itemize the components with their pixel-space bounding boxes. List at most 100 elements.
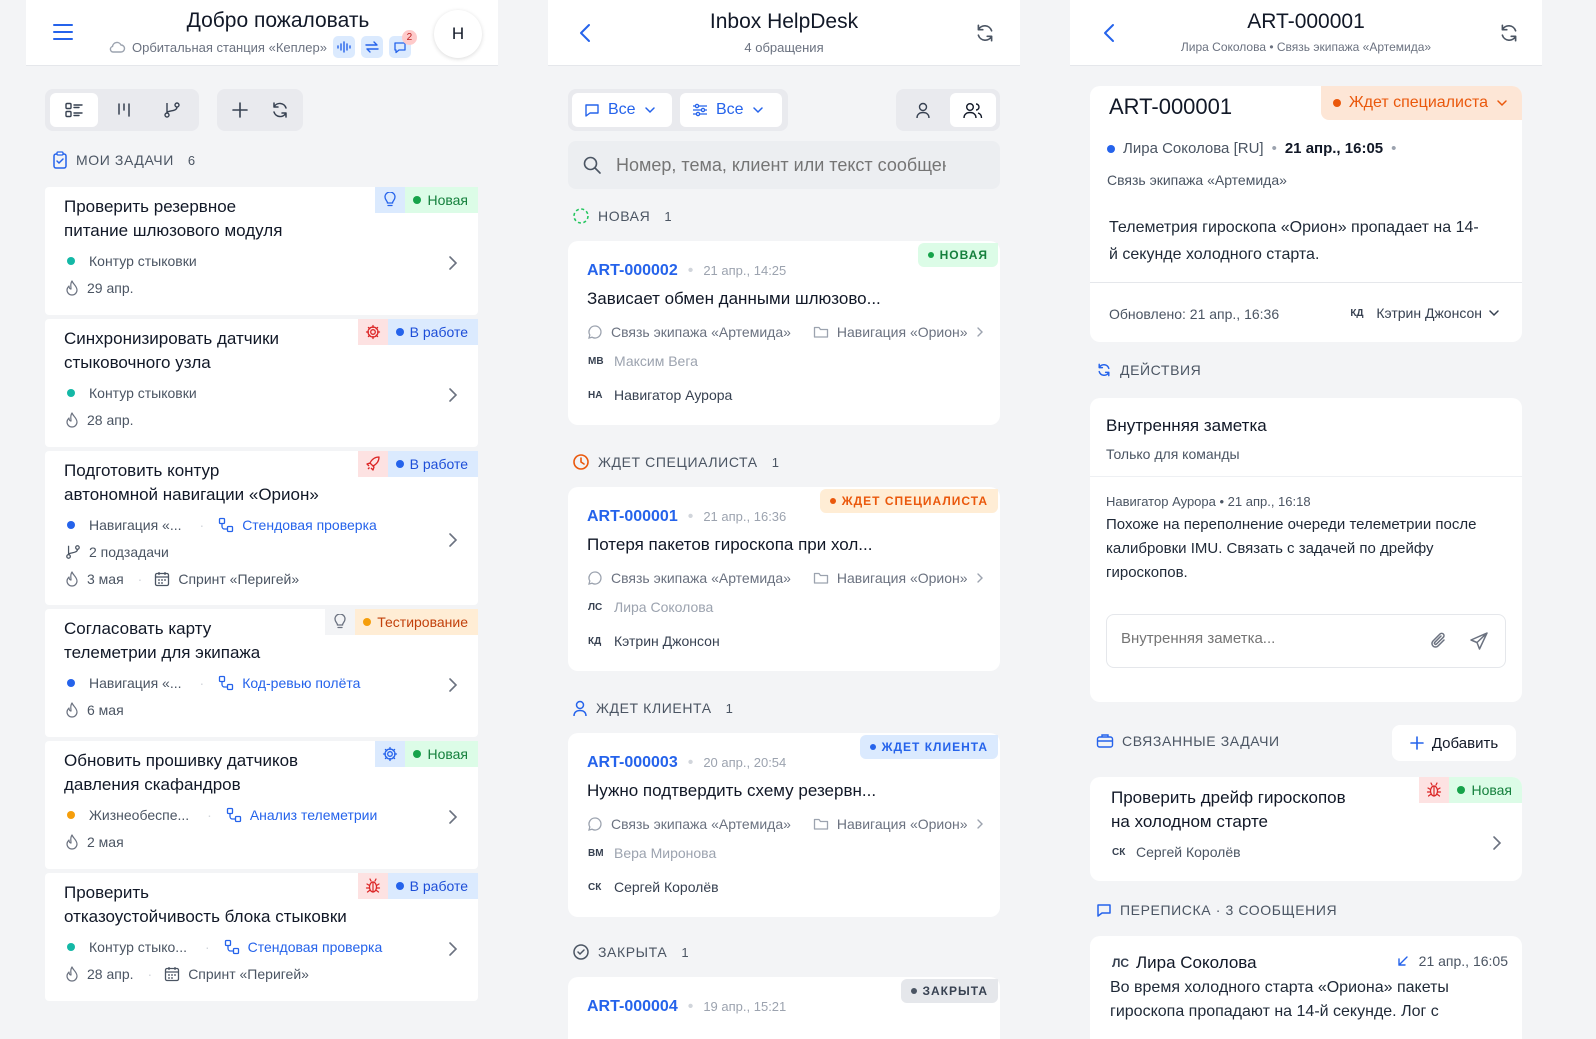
client-initials: ВМ bbox=[588, 847, 604, 859]
refresh-icon bbox=[273, 102, 287, 118]
ticket-card[interactable]: Закрыта ART-000004 • 19 апр., 15:21 bbox=[568, 977, 1000, 1039]
task-title: Проверить резервное питание шлюзового мо… bbox=[64, 195, 282, 243]
task-date: 6 мая bbox=[87, 702, 124, 718]
task-title: Согласовать карту телеметрии для экипажа bbox=[64, 617, 260, 665]
chevron-right-icon[interactable] bbox=[448, 809, 458, 825]
ticket-id[interactable]: ART-000004 bbox=[587, 998, 678, 1016]
ticket-subject: Зависает обмен данными шлюзово... bbox=[587, 289, 881, 308]
linked-task-status-badge: Новая bbox=[1419, 777, 1522, 803]
task-date-row: 28 апр. · Спринт «Перигей» bbox=[65, 966, 309, 982]
search-box[interactable] bbox=[568, 141, 1000, 189]
task-card[interactable]: В работе Проверить отказоустойчивость бл… bbox=[45, 873, 478, 1001]
chevron-right-icon[interactable] bbox=[448, 941, 458, 957]
ticket-subject: Нужно подтвердить схему резервн... bbox=[587, 781, 877, 800]
chat-icon bbox=[1097, 903, 1111, 917]
avatar[interactable]: Н bbox=[434, 10, 482, 58]
my-tasks-panel: Добро пожаловать Орбитальная станция «Ке… bbox=[26, 0, 498, 1039]
inbox-header: Inbox HelpDesk 4 обращения bbox=[548, 0, 1020, 66]
ticket-channel: Связь экипажа «Артемида» bbox=[611, 570, 791, 586]
chevron-right-icon[interactable] bbox=[448, 255, 458, 271]
task-link[interactable]: Стендовая проверка bbox=[242, 517, 377, 533]
task-title: Проверить отказоустойчивость блока стыко… bbox=[64, 881, 347, 929]
ticket-group-label: Новая bbox=[598, 208, 651, 224]
message-time: 21 апр., 16:05 bbox=[1418, 953, 1508, 969]
sync-icon[interactable] bbox=[360, 36, 383, 58]
linked-task-title-line1: Проверить дрейф гироскопов bbox=[1111, 788, 1346, 807]
ticket-id[interactable]: ART-000001 bbox=[587, 508, 678, 526]
folder-icon bbox=[813, 818, 829, 830]
refresh-tasks-button[interactable] bbox=[261, 93, 299, 127]
task-card[interactable]: Новая Проверить резервное питание шлюзов… bbox=[45, 187, 478, 315]
ticket-id[interactable]: ART-000002 bbox=[587, 262, 678, 280]
note-input[interactable] bbox=[1121, 630, 1411, 647]
all-tickets-button[interactable] bbox=[950, 93, 996, 127]
chevron-right-icon[interactable] bbox=[448, 387, 458, 403]
rocket-icon bbox=[357, 451, 388, 477]
search-input[interactable] bbox=[616, 154, 946, 176]
task-sprint: Спринт «Перигей» bbox=[188, 966, 309, 982]
add-task-button[interactable] bbox=[221, 93, 259, 127]
ticket-channel: Связь экипажа «Артемида» bbox=[611, 816, 791, 832]
inbox-title: Inbox HelpDesk bbox=[709, 10, 859, 33]
ticket-status-pill: Ждет специалиста bbox=[819, 489, 998, 513]
task-card[interactable]: В работе Подготовить контур автономной н… bbox=[45, 451, 478, 605]
detail-header: ART-000001 Лира Соколова • Связь экипажа… bbox=[1070, 0, 1542, 66]
task-status: В работе bbox=[409, 324, 468, 340]
task-card[interactable]: Новая Обновить прошивку датчиков давлени… bbox=[45, 741, 478, 869]
ticket-id[interactable]: ART-000003 bbox=[587, 754, 678, 772]
linked-initials: СК bbox=[1112, 846, 1126, 858]
ticket-group-header[interactable]: Ждет специалиста 1 bbox=[572, 453, 779, 471]
my-tickets-button[interactable] bbox=[900, 93, 946, 127]
my-tasks-section-title: Мои задачи 6 bbox=[52, 151, 195, 169]
note-input-box bbox=[1106, 614, 1506, 668]
ticket-group-count: 1 bbox=[725, 700, 733, 716]
briefcase-icon bbox=[1096, 734, 1114, 748]
chat-notif-icon[interactable]: 2 bbox=[388, 30, 417, 58]
task-link[interactable]: Анализ телеметрии bbox=[250, 807, 377, 823]
task-link[interactable]: Стендовая проверка bbox=[248, 939, 383, 955]
message-initials: ЛС bbox=[1112, 956, 1130, 970]
ticket-card[interactable]: Ждет специалиста ART-000001 • 21 апр., 1… bbox=[568, 487, 1000, 671]
refresh-inbox-icon[interactable] bbox=[974, 22, 996, 44]
action-buttons bbox=[217, 89, 303, 131]
voice-icon[interactable] bbox=[332, 36, 355, 58]
divider bbox=[1090, 282, 1522, 283]
attach-icon[interactable] bbox=[1429, 631, 1449, 651]
task-status: Тестирование bbox=[377, 614, 468, 630]
incoming-arrow-icon bbox=[1397, 956, 1408, 966]
send-icon[interactable] bbox=[1469, 631, 1489, 651]
ticket-group-header[interactable]: Закрыта 1 bbox=[572, 943, 689, 961]
task-area: Контур стыковки bbox=[89, 253, 197, 269]
task-date-row: 29 апр. bbox=[65, 280, 134, 296]
ticket-status-dropdown[interactable]: Ждет специалиста bbox=[1320, 86, 1522, 120]
ticket-group-header[interactable]: Ждет клиента 1 bbox=[572, 699, 733, 717]
status-filter[interactable]: Все bbox=[680, 93, 782, 127]
refresh-detail-icon[interactable] bbox=[1498, 22, 1520, 44]
list-view-button[interactable] bbox=[50, 93, 98, 127]
task-card[interactable]: В работе Синхронизировать датчики стыков… bbox=[45, 319, 478, 447]
ticket-card[interactable]: Новая ART-000002 • 21 апр., 14:25 Зависае… bbox=[568, 241, 1000, 425]
board-view-button[interactable] bbox=[101, 93, 147, 127]
chevron-right-icon[interactable] bbox=[1492, 835, 1502, 851]
tree-view-button[interactable] bbox=[149, 93, 195, 127]
ticket-group-header[interactable]: Новая 1 bbox=[572, 207, 672, 225]
task-card[interactable]: Тестирование Согласовать карту телеметри… bbox=[45, 609, 478, 737]
ticket-card[interactable]: Ждет клиента ART-000003 • 20 апр., 20:54… bbox=[568, 733, 1000, 917]
chevron-right-icon[interactable] bbox=[448, 677, 458, 693]
task-link[interactable]: Код-ревью полёта bbox=[242, 675, 360, 691]
task-status-badge: Новая bbox=[375, 741, 478, 767]
add-linked-task-button[interactable]: Добавить bbox=[1392, 725, 1516, 761]
ticket-created: 21 апр., 16:05 bbox=[1284, 140, 1384, 157]
linked-task-card[interactable]: Новая Проверить дрейф гироскопов на холо… bbox=[1090, 777, 1522, 881]
assignee-selector[interactable]: КД Кэтрин Джонсон bbox=[1350, 305, 1500, 321]
chevron-right-icon[interactable] bbox=[448, 532, 458, 548]
ticket-group-label: Ждет клиента bbox=[596, 700, 712, 716]
task-date: 2 мая bbox=[87, 834, 124, 850]
task-area: Навигация «... bbox=[89, 675, 182, 691]
channel-filter[interactable]: Все bbox=[572, 93, 672, 127]
menu-icon[interactable] bbox=[52, 22, 74, 42]
task-title: Обновить прошивку датчиков давления скаф… bbox=[64, 749, 298, 797]
ticket-status-pill: Закрыта bbox=[900, 979, 998, 1003]
ticket-group-count: 1 bbox=[664, 208, 672, 224]
ticket-project: Навигация «Орион» bbox=[836, 324, 968, 340]
